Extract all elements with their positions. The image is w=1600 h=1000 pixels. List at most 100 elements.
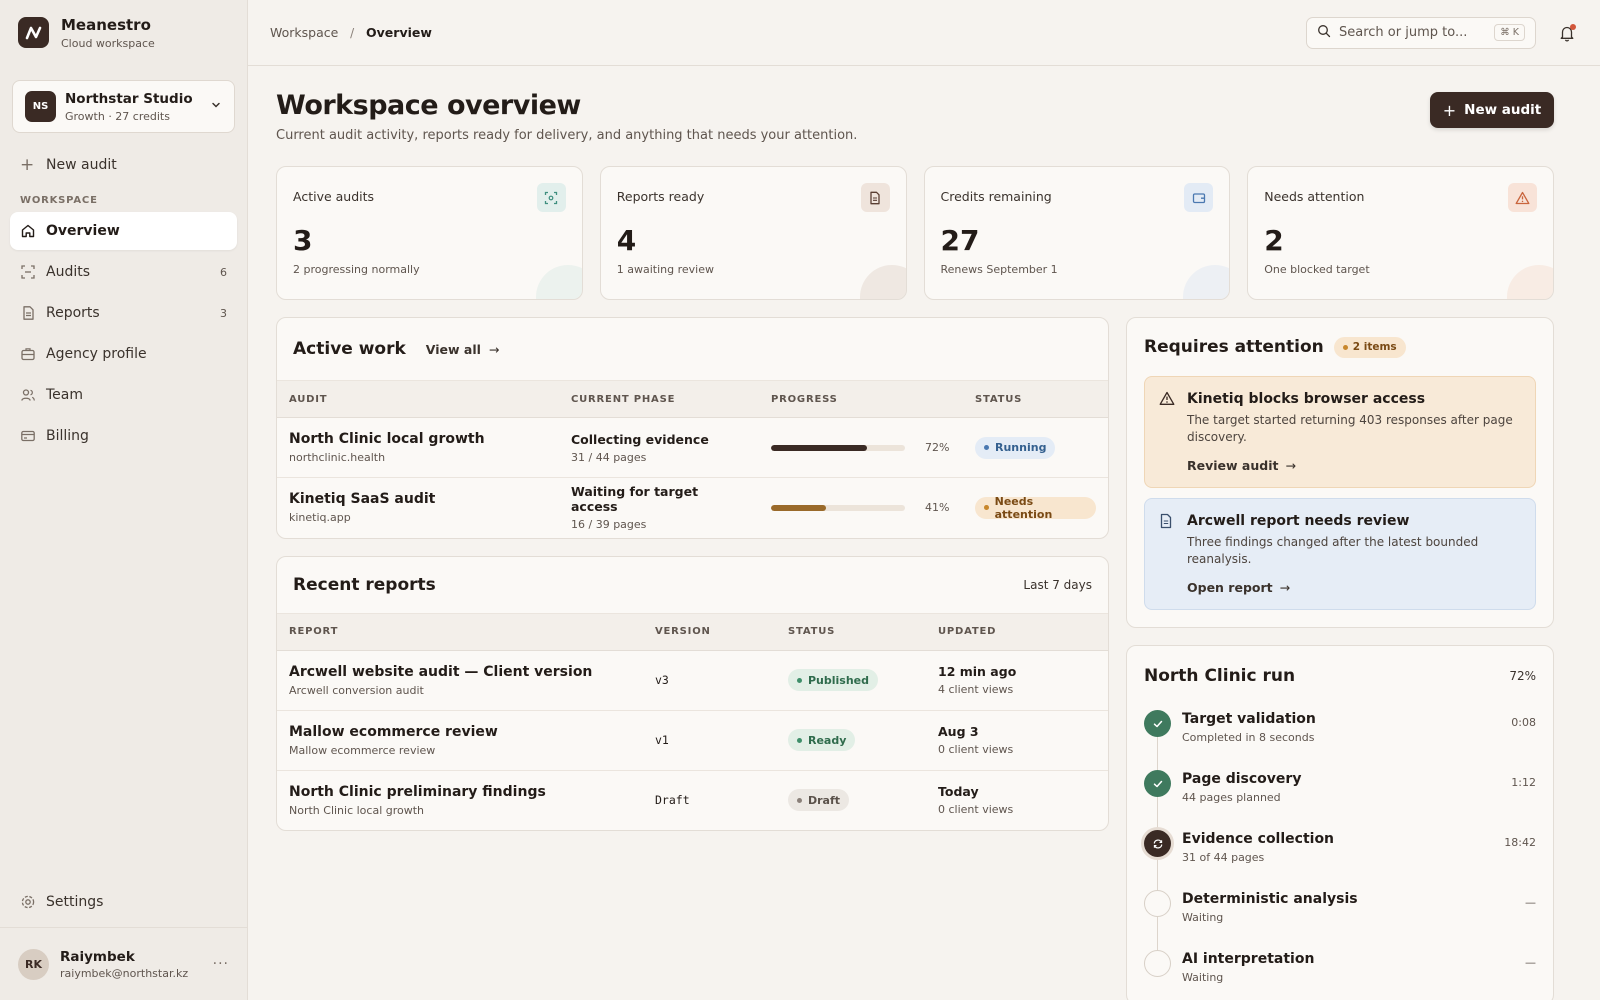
notification-dot bbox=[1570, 23, 1576, 30]
sidebar-item-label: Agency profile bbox=[46, 346, 147, 362]
arrow-right-icon: → bbox=[1279, 580, 1291, 595]
active-work-title: Active work bbox=[293, 339, 406, 359]
report-source: Mallow ecommerce review bbox=[289, 743, 436, 757]
column-header[interactable]: PROGRESS bbox=[759, 380, 963, 418]
search-input[interactable] bbox=[1339, 25, 1495, 40]
table-row[interactable]: Mallow ecommerce review Mallow ecommerce… bbox=[277, 710, 1108, 771]
column-header[interactable]: STATUS bbox=[776, 612, 926, 651]
active-work-header: Active work View all → bbox=[277, 318, 1108, 380]
stat-card-needs-attention[interactable]: Needs attention 2 One blocked target bbox=[1247, 166, 1554, 300]
audit-phase-detail: 16 / 39 pages bbox=[571, 518, 647, 532]
bell-icon bbox=[1558, 26, 1576, 45]
progress-fill bbox=[771, 444, 868, 451]
table-row[interactable]: Kinetiq SaaS audit kinetiq.app Waiting f… bbox=[277, 478, 1108, 538]
sidebar-item-label: Reports bbox=[46, 305, 100, 321]
table-row[interactable]: North Clinic local growth northclinic.he… bbox=[277, 417, 1108, 478]
requires-attention-card: Requires attention 2 items Kinetiq block… bbox=[1126, 317, 1554, 628]
left-column: Active work View all → AUDIT CURRENT PHA… bbox=[276, 317, 1109, 1000]
step-title: AI interpretation bbox=[1182, 951, 1315, 967]
report-name[interactable]: North Clinic preliminary findings bbox=[289, 784, 631, 800]
requires-attention-header: Requires attention 2 items bbox=[1127, 318, 1553, 376]
audit-name[interactable]: Kinetiq SaaS audit bbox=[289, 491, 547, 507]
progress-track bbox=[771, 504, 905, 511]
column-header[interactable]: UPDATED bbox=[926, 612, 1108, 651]
column-header[interactable]: STATUS bbox=[963, 380, 1108, 418]
column-header[interactable]: CURRENT PHASE bbox=[559, 380, 759, 418]
notifications-button[interactable] bbox=[1558, 23, 1576, 45]
review-audit-link[interactable]: Review audit → bbox=[1187, 458, 1296, 473]
arrow-right-icon: → bbox=[488, 341, 500, 357]
view-all-link[interactable]: View all → bbox=[426, 342, 500, 357]
status-label: Needs attention bbox=[994, 494, 1053, 521]
report-name[interactable]: Arcwell website audit — Client version bbox=[289, 664, 631, 680]
sidebar-new-audit-button[interactable]: + New audit bbox=[20, 155, 247, 175]
new-audit-button[interactable]: + New audit bbox=[1430, 92, 1554, 128]
credit-card-icon bbox=[20, 428, 36, 444]
workspace-switcher[interactable]: NS Northstar Studio Growth · 27 credits bbox=[12, 80, 235, 133]
more-horizontal-icon[interactable]: ··· bbox=[213, 956, 229, 972]
search-shortcut-hint: ⌘ K bbox=[1494, 24, 1525, 41]
status-dot bbox=[797, 677, 802, 683]
wallet-icon bbox=[1184, 183, 1214, 212]
stat-value: 4 bbox=[616, 224, 637, 257]
column-header[interactable]: VERSION bbox=[643, 612, 776, 651]
sidebar-item-reports[interactable]: Reports 3 bbox=[10, 294, 237, 332]
recent-reports-table: REPORT VERSION STATUS UPDATED Arcwell we… bbox=[277, 612, 1108, 831]
sidebar-item-agency-profile[interactable]: Agency profile bbox=[10, 335, 237, 373]
audit-domain: northclinic.health bbox=[289, 451, 386, 464]
report-updated: Today bbox=[938, 784, 979, 800]
attention-item-description: Three findings changed after the latest … bbox=[1187, 535, 1479, 566]
sidebar-item-overview[interactable]: Overview bbox=[10, 212, 237, 250]
open-report-link[interactable]: Open report → bbox=[1187, 580, 1290, 595]
stat-label: Credits remaining bbox=[940, 189, 1052, 204]
report-name[interactable]: Mallow ecommerce review bbox=[289, 724, 631, 740]
search-icon bbox=[1317, 24, 1331, 41]
attention-item-info[interactable]: Arcwell report needs review Three findin… bbox=[1144, 498, 1536, 610]
step-time: 18:42 bbox=[1504, 836, 1536, 849]
warning-icon bbox=[1508, 183, 1537, 212]
recent-reports-card: Recent reports Last 7 days REPORT VERSIO… bbox=[276, 555, 1109, 831]
attention-count-badge: 2 items bbox=[1333, 336, 1406, 358]
progress-bar: 41% bbox=[771, 501, 951, 514]
audit-name[interactable]: North Clinic local growth bbox=[289, 431, 547, 447]
plus-icon: + bbox=[1442, 100, 1457, 120]
status-badge: Running bbox=[975, 436, 1056, 459]
search-box[interactable]: ⌘ K bbox=[1306, 16, 1536, 49]
scan-icon bbox=[20, 264, 36, 280]
sidebar-item-label: Billing bbox=[46, 428, 89, 444]
breadcrumb-workspace[interactable]: Workspace bbox=[270, 25, 338, 40]
sidebar-item-audits[interactable]: Audits 6 bbox=[10, 253, 237, 291]
table-row[interactable]: North Clinic preliminary findings North … bbox=[277, 770, 1108, 830]
sidebar-item-team[interactable]: Team bbox=[10, 376, 237, 414]
step-connector bbox=[1157, 797, 1158, 830]
column-header[interactable]: REPORT bbox=[277, 612, 643, 651]
step-detail: Waiting bbox=[1182, 971, 1224, 984]
pending-circle-icon bbox=[1144, 950, 1171, 977]
avatar: RK bbox=[18, 948, 49, 980]
user-menu[interactable]: RK Raiymbek raiymbek@northstar.kz ··· bbox=[0, 927, 247, 1000]
sidebar: Meanestro Cloud workspace NS Northstar S… bbox=[0, 0, 248, 1000]
sidebar-item-settings[interactable]: Settings bbox=[10, 884, 237, 920]
settings-label: Settings bbox=[46, 894, 104, 910]
attention-item-link-label: Review audit bbox=[1187, 458, 1279, 473]
stat-card-active-audits[interactable]: Active audits 3 2 progressing normally bbox=[276, 166, 583, 300]
workspace-plan: Growth · 27 credits bbox=[65, 109, 170, 123]
report-views: 0 client views bbox=[938, 743, 1014, 756]
stat-note: One blocked target bbox=[1264, 263, 1370, 276]
count-dot bbox=[1342, 344, 1348, 350]
warning-icon bbox=[1159, 391, 1175, 409]
stat-card-credits-remaining[interactable]: Credits remaining 27 Renews September 1 bbox=[923, 166, 1231, 300]
stat-cards: Active audits 3 2 progressing normally R… bbox=[276, 166, 1554, 300]
pending-circle-icon bbox=[1144, 890, 1171, 917]
stat-card-reports-ready[interactable]: Reports ready 4 1 awaiting review bbox=[599, 166, 907, 300]
run-progress-percent: 72% bbox=[1509, 669, 1536, 683]
date-range-selector[interactable]: Last 7 days bbox=[1023, 578, 1092, 592]
table-row[interactable]: Arcwell website audit — Client version A… bbox=[277, 650, 1108, 711]
attention-item-warning[interactable]: Kinetiq blocks browser access The target… bbox=[1144, 376, 1536, 488]
recent-reports-header: Recent reports Last 7 days bbox=[277, 557, 1108, 613]
status-badge: Draft bbox=[788, 789, 850, 812]
brand-logo-icon[interactable] bbox=[18, 17, 49, 48]
sidebar-item-billing[interactable]: Billing bbox=[10, 417, 237, 455]
column-header[interactable]: AUDIT bbox=[277, 380, 559, 418]
user-name: Raiymbek bbox=[60, 948, 135, 965]
